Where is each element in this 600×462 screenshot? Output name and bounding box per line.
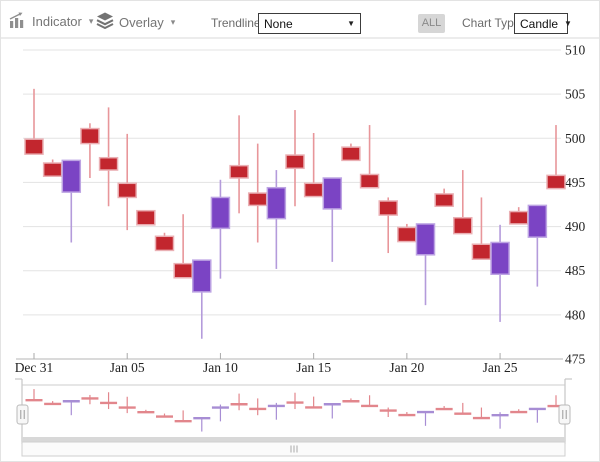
chart-type-select-value: Candle [520, 17, 558, 31]
candle[interactable] [249, 144, 267, 243]
y-axis-label: 510 [565, 43, 586, 58]
navigator-mini-series [26, 389, 565, 431]
overlay-menu-label: Overlay [119, 15, 164, 30]
select-dropdown-arrow-icon: ▼ [564, 19, 572, 28]
navigator-handle-left[interactable] [17, 405, 28, 424]
chart-type-select[interactable]: Candle ▼ [514, 13, 568, 34]
chevron-down-icon: ▾ [171, 17, 176, 28]
navigator-divider [22, 437, 565, 442]
x-axis-label: Jan 15 [296, 360, 331, 375]
candle[interactable] [286, 110, 304, 206]
candle[interactable] [342, 144, 360, 161]
indicator-chart-icon [9, 12, 27, 31]
layers-icon [96, 12, 114, 32]
chevron-down-icon: ▾ [89, 16, 94, 27]
candle[interactable] [547, 125, 565, 189]
candle[interactable] [417, 224, 435, 305]
stock-chart-widget: Indicator ▾ Overlay ▾ Trendline None ▼ A… [0, 0, 600, 462]
indicator-menu-label: Indicator [32, 14, 82, 29]
navigator[interactable] [15, 379, 572, 456]
candle[interactable] [323, 178, 341, 262]
overlay-menu-button[interactable]: Overlay ▾ [96, 12, 175, 32]
y-axis-label: 475 [565, 352, 586, 367]
candle[interactable] [361, 125, 379, 188]
y-axis-label: 480 [565, 307, 586, 322]
candle[interactable] [491, 225, 509, 322]
candle[interactable] [211, 180, 229, 279]
candle[interactable] [305, 133, 323, 197]
y-axis-label: 490 [565, 219, 586, 234]
candle[interactable] [510, 207, 528, 224]
y-axis-label: 485 [565, 263, 586, 278]
candle[interactable] [472, 197, 490, 259]
candle[interactable] [174, 214, 192, 278]
candle[interactable] [100, 107, 118, 206]
candle[interactable] [81, 123, 99, 178]
candle[interactable] [25, 89, 43, 154]
axes: 475 480 485 490 495 500 505 510 Dec 31 Jan 05 Jan … [15, 43, 586, 376]
candle[interactable] [267, 170, 285, 269]
range-all-button[interactable]: ALL [418, 14, 445, 33]
candle[interactable] [528, 205, 546, 286]
candle[interactable] [454, 170, 472, 234]
chart-toolbar: Indicator ▾ Overlay ▾ Trendline None ▼ A… [1, 1, 600, 39]
x-axis-label: Jan 25 [483, 360, 518, 375]
select-dropdown-arrow-icon: ▼ [347, 19, 355, 28]
x-axis-label: Jan 05 [110, 360, 145, 375]
candle[interactable] [44, 159, 62, 176]
indicator-menu-button[interactable]: Indicator ▾ [9, 12, 93, 31]
y-axis-label: 505 [565, 87, 586, 102]
candle[interactable] [230, 115, 248, 213]
candle[interactable] [379, 197, 397, 253]
plot-area[interactable] [25, 89, 565, 339]
trendline-label: Trendline [211, 16, 261, 30]
candle[interactable] [62, 160, 80, 242]
x-axis-label: Dec 31 [15, 360, 54, 375]
candle[interactable] [137, 211, 155, 225]
candlestick-chart: 475 480 485 490 495 500 505 510 Dec 31 Jan 05 Jan … [1, 39, 600, 462]
y-axis-label: 495 [565, 175, 586, 190]
trendline-select-value: None [264, 17, 293, 31]
trendline-select[interactable]: None ▼ [258, 13, 361, 34]
chart-type-label: Chart Type [462, 16, 520, 30]
candle[interactable] [435, 189, 453, 207]
y-axis-label: 500 [565, 131, 586, 146]
navigator-handle-right[interactable] [559, 405, 570, 424]
candle[interactable] [193, 260, 211, 339]
x-axis-label: Jan 20 [389, 360, 424, 375]
x-axis-label: Jan 10 [203, 360, 238, 375]
candle[interactable] [156, 233, 174, 251]
